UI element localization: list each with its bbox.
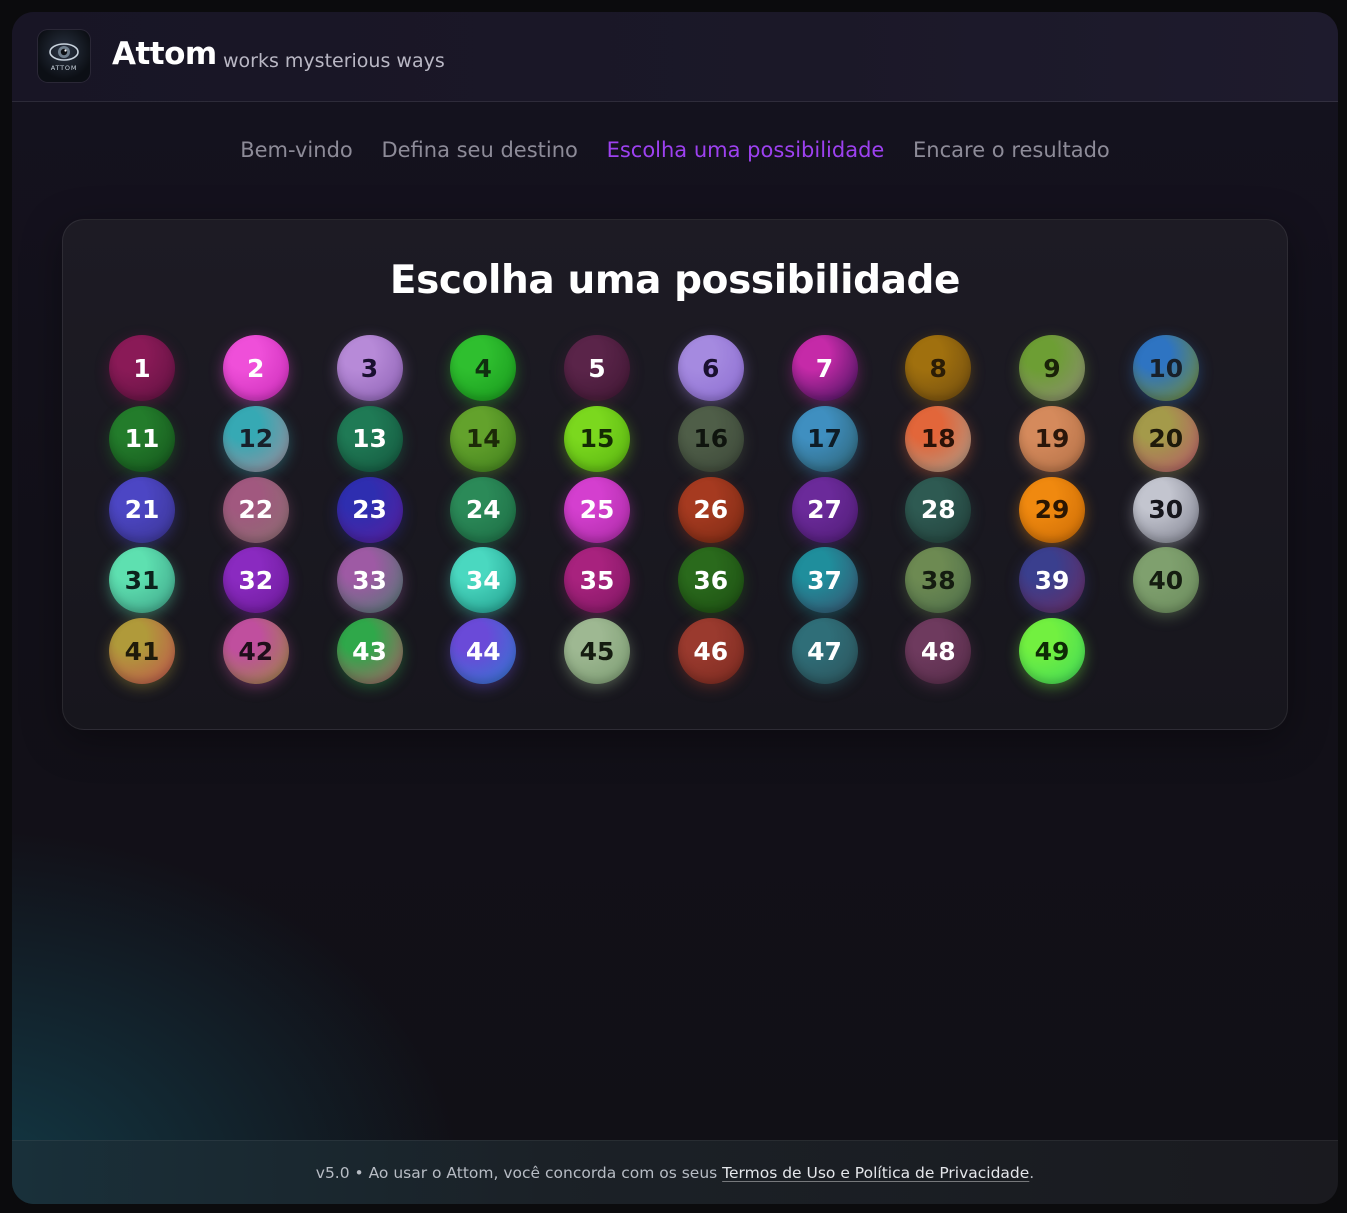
step-encare-o-resultado[interactable]: Encare o resultado (913, 138, 1110, 162)
number-ball[interactable]: 20 (1132, 405, 1199, 472)
number-ball[interactable]: 44 (450, 618, 517, 685)
number-ball[interactable]: 6 (677, 335, 744, 401)
number-ball[interactable]: 13 (336, 405, 403, 472)
step-defina-seu-destino[interactable]: Defina seu destino (381, 138, 577, 162)
number-ball[interactable]: 45 (564, 618, 630, 685)
number-ball[interactable]: 19 (1019, 405, 1085, 472)
app-title: Attom (112, 36, 217, 72)
attom-logo[interactable]: ATTOM (38, 30, 90, 82)
number-grid: 1 2 3 4 5 6 7 8 9 10 11 12 13 14 15 16 17 18 19 20 21 22 23 24 2… (63, 220, 1287, 729)
number-ball[interactable]: 43 (336, 618, 403, 685)
number-ball[interactable]: 22 (222, 476, 289, 543)
number-ball[interactable]: 17 (791, 405, 858, 472)
footer: v5.0 • Ao usar o Attom, você concorda co… (12, 1140, 1338, 1204)
number-ball[interactable]: 15 (564, 405, 630, 472)
number-ball[interactable]: 21 (109, 476, 175, 543)
step-escolha-uma-possibilidade[interactable]: Escolha uma possibilidade (607, 138, 885, 162)
logo-text: ATTOM (51, 64, 78, 72)
number-ball[interactable]: 26 (677, 476, 744, 543)
app-window: ATTOM Attom works mysterious ways Bem-vi… (12, 12, 1338, 1204)
number-ball[interactable]: 12 (222, 405, 289, 472)
steps-nav: Bem-vindo Defina seu destino Escolha uma… (12, 138, 1338, 162)
step-bem-vindo[interactable]: Bem-vindo (240, 138, 353, 162)
number-ball[interactable]: 31 (109, 547, 175, 614)
number-ball[interactable]: 7 (791, 335, 858, 401)
footer-text: v5.0 • Ao usar o Attom, você concorda co… (315, 1164, 723, 1182)
number-ball[interactable]: 1 (109, 335, 175, 401)
number-ball[interactable]: 35 (564, 547, 630, 614)
number-ball[interactable]: 2 (222, 335, 289, 401)
possibility-card: Escolha uma possibilidade 1 2 3 4 5 6 7 8 9 10 11 1… (62, 219, 1288, 730)
number-ball[interactable]: 39 (1019, 547, 1085, 614)
number-ball[interactable]: 25 (564, 476, 630, 543)
number-ball[interactable]: 23 (336, 476, 403, 543)
number-ball[interactable]: 24 (450, 476, 517, 543)
number-ball[interactable]: 49 (1019, 618, 1085, 685)
number-ball[interactable]: 16 (677, 405, 744, 472)
eye-icon: ATTOM (49, 43, 79, 72)
number-ball[interactable]: 41 (109, 618, 175, 685)
number-ball[interactable]: 11 (109, 405, 175, 472)
footer-end: . (1029, 1164, 1035, 1182)
number-ball[interactable]: 42 (222, 618, 289, 685)
number-ball[interactable]: 29 (1019, 476, 1085, 543)
number-ball[interactable]: 27 (791, 476, 858, 543)
number-ball[interactable]: 38 (905, 547, 972, 614)
number-ball[interactable]: 28 (905, 476, 972, 543)
number-ball[interactable]: 34 (450, 547, 517, 614)
number-ball[interactable]: 10 (1132, 335, 1199, 401)
number-ball[interactable]: 40 (1132, 547, 1199, 614)
number-ball[interactable]: 5 (564, 335, 630, 401)
number-ball[interactable]: 36 (677, 547, 744, 614)
number-ball[interactable]: 8 (905, 335, 972, 401)
number-ball[interactable]: 46 (677, 618, 744, 685)
number-ball[interactable]: 3 (336, 335, 403, 401)
number-ball[interactable]: 18 (905, 405, 972, 472)
terms-link[interactable]: Termos de Uso e Política de Privacidade (722, 1164, 1029, 1182)
number-ball[interactable]: 14 (450, 405, 517, 472)
app-tagline: works mysterious ways (223, 50, 445, 72)
number-ball[interactable]: 48 (905, 618, 972, 685)
number-ball[interactable]: 37 (791, 547, 858, 614)
number-ball[interactable]: 33 (336, 547, 403, 614)
number-ball[interactable]: 30 (1132, 476, 1199, 543)
number-ball[interactable]: 4 (450, 335, 517, 401)
header: ATTOM Attom works mysterious ways (12, 12, 1338, 102)
number-ball[interactable]: 9 (1019, 335, 1085, 401)
number-ball[interactable]: 32 (222, 547, 289, 614)
number-ball[interactable]: 47 (791, 618, 858, 685)
